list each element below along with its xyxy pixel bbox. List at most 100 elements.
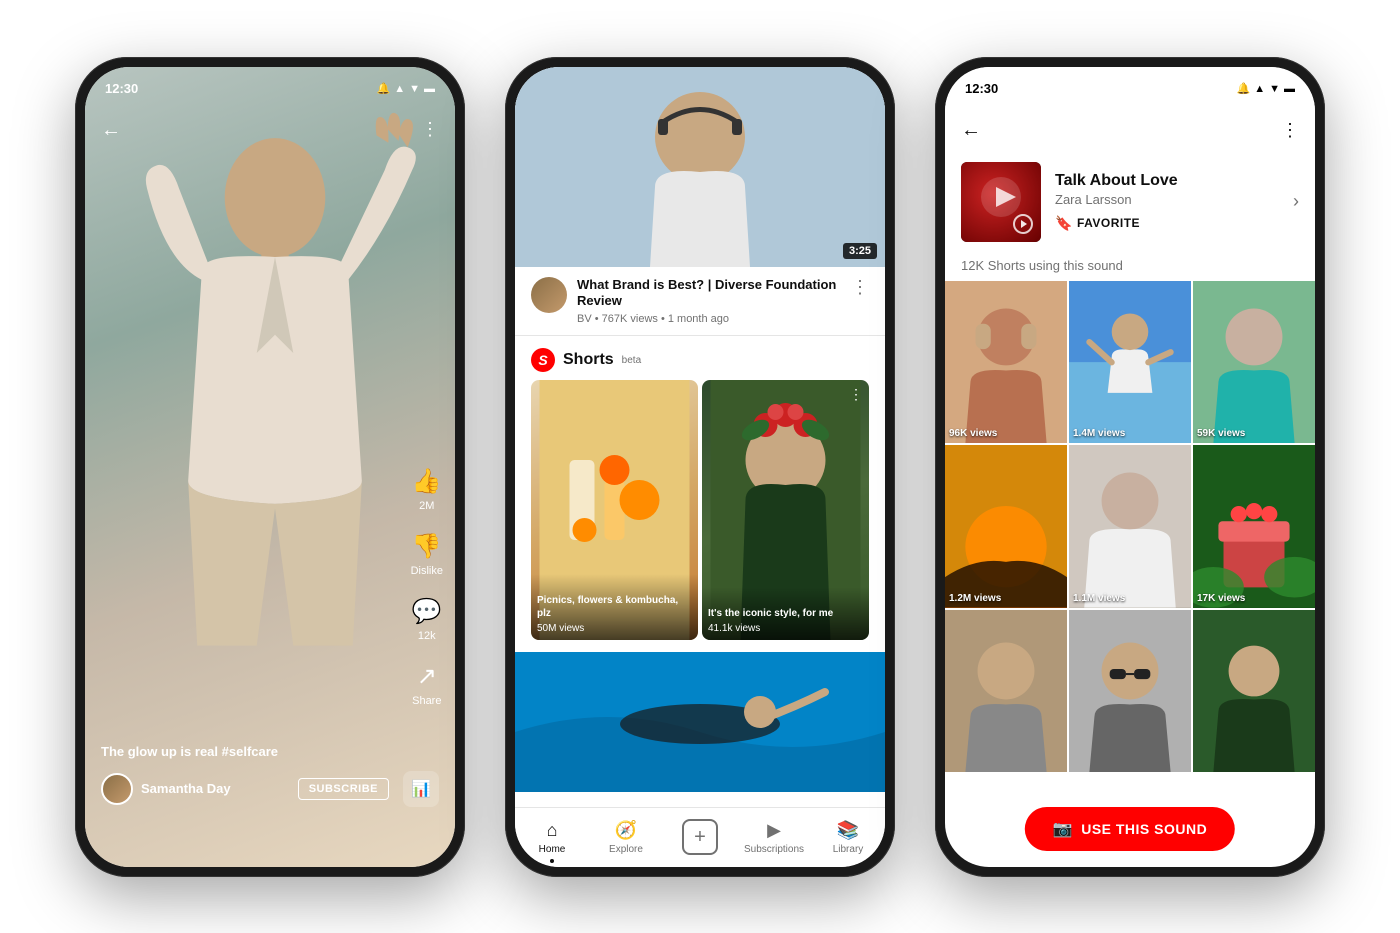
- shorts-beta-badge: beta: [622, 355, 641, 366]
- dislike-action[interactable]: 👎 Dislike: [411, 532, 443, 577]
- battery-icon: ▬: [424, 83, 435, 95]
- user-avatar: [101, 773, 133, 805]
- time-display: 12:30: [105, 81, 138, 96]
- shorts-section-icon: S: [531, 348, 555, 372]
- video-more-button-1[interactable]: ⋮: [847, 277, 869, 326]
- signal-icon-3: ▲: [1254, 83, 1265, 95]
- nav-subscriptions[interactable]: ▶ Subscriptions: [737, 820, 811, 855]
- grid-views-6: 17K views: [1197, 593, 1245, 604]
- track-artist: Zara Larsson: [1055, 192, 1279, 207]
- comment-action[interactable]: 💬 12k: [412, 597, 442, 642]
- explore-label: Explore: [609, 844, 643, 855]
- like-count: 2M: [419, 500, 434, 512]
- caption-text: The glow up is real #selfcare: [101, 744, 439, 759]
- favorite-label: FAVORITE: [1077, 216, 1140, 230]
- comment-count: 12k: [418, 630, 436, 642]
- grid-item-9[interactable]: [1193, 610, 1315, 773]
- video-duration: 3:25: [843, 243, 877, 259]
- gi-6-visual: [1193, 445, 1315, 608]
- favorite-button[interactable]: 🔖 FAVORITE: [1055, 215, 1279, 232]
- gi-5-visual: [1069, 445, 1191, 608]
- home-active-indicator: [550, 859, 554, 863]
- status-bar-3: 12:30 🔔 ▲ ▼ ▬: [945, 67, 1315, 111]
- grid-item-1[interactable]: 96K views: [945, 281, 1067, 444]
- subscribe-button[interactable]: SUBSCRIBE: [298, 778, 389, 800]
- gi-7-visual: [945, 610, 1067, 773]
- short-1-views: 50M views: [537, 623, 692, 634]
- phone3-content: 12:30 🔔 ▲ ▼ ▬ ← ⋮: [945, 67, 1315, 867]
- comment-icon: 💬: [412, 597, 442, 626]
- track-info-panel: Talk About Love Zara Larsson 🔖 FAVORITE …: [945, 150, 1315, 254]
- explore-icon: 🧭: [615, 820, 637, 841]
- camera-icon: 📷: [1053, 819, 1073, 839]
- username: Samantha Day: [141, 781, 290, 796]
- gi-3-visual: [1193, 281, 1315, 444]
- nav-add[interactable]: +: [663, 819, 737, 855]
- grid-views-2: 1.4M views: [1073, 428, 1125, 439]
- video-meta-text-1: BV • 767K views • 1 month ago: [577, 313, 837, 325]
- subscriptions-icon: ▶: [767, 820, 781, 841]
- gi-8-visual: [1069, 610, 1191, 773]
- track-play-button[interactable]: [1013, 214, 1033, 234]
- home-label: Home: [539, 844, 566, 855]
- shorts-section: S Shorts beta: [515, 336, 885, 648]
- track-title: Talk About Love: [1055, 172, 1279, 190]
- back-button-3[interactable]: ←: [961, 119, 981, 142]
- grid-views-3: 59K views: [1197, 428, 1245, 439]
- like-icon: 👍: [412, 467, 442, 496]
- play-triangle-icon: [1021, 220, 1027, 228]
- thumb-person-svg: [515, 67, 885, 267]
- share-icon: ↗: [417, 662, 437, 691]
- nav-explore[interactable]: 🧭 Explore: [589, 820, 663, 855]
- signal-icon: ▲: [394, 83, 405, 95]
- short-2-more[interactable]: ⋮: [849, 386, 863, 403]
- shorts-bottom-info: The glow up is real #selfcare Samantha D…: [85, 744, 455, 807]
- shorts-grid: Picnics, flowers & kombucha, plz 50M vie…: [515, 380, 885, 640]
- shorts-video-grid: 96K views 1.4M views: [945, 281, 1315, 773]
- more-options-button[interactable]: ⋮: [421, 119, 439, 142]
- grid-item-7[interactable]: [945, 610, 1067, 773]
- bottom-navigation: ⌂ Home 🧭 Explore + ▶ Subscriptions 📚 Lib…: [515, 807, 885, 867]
- nav-home[interactable]: ⌂ Home: [515, 820, 589, 855]
- short-2-caption: It's the iconic style, for me: [708, 607, 863, 620]
- grid-item-5[interactable]: 1.1M views: [1069, 445, 1191, 608]
- short-item-1[interactable]: Picnics, flowers & kombucha, plz 50M vie…: [531, 380, 698, 640]
- add-icon[interactable]: +: [682, 819, 718, 855]
- use-sound-label: USE THIS SOUND: [1081, 821, 1207, 837]
- video-meta-1: What Brand is Best? | Diverse Foundation…: [515, 267, 885, 336]
- grid-item-6[interactable]: 17K views: [1193, 445, 1315, 608]
- gi-4-visual: [945, 445, 1067, 608]
- video-thumbnail-1[interactable]: 3:25: [515, 67, 885, 267]
- like-action[interactable]: 👍 2M: [412, 467, 442, 512]
- grid-item-2[interactable]: 1.4M views: [1069, 281, 1191, 444]
- home-icon: ⌂: [547, 820, 558, 841]
- gi-2-visual: [1069, 281, 1191, 444]
- library-icon: 📚: [837, 820, 859, 841]
- more-options-3[interactable]: ⋮: [1281, 120, 1299, 141]
- grid-item-8[interactable]: [1069, 610, 1191, 773]
- phone2-scroll-area: 3:25 What Brand is Best? | Diverse Found…: [515, 67, 885, 807]
- phone-1: 12:30 🔔 ▲ ▼ ▬ ← ⋮ 👍 2M 👎 Dislike: [75, 57, 465, 877]
- nav-library[interactable]: 📚 Library: [811, 820, 885, 855]
- grid-item-4[interactable]: 1.2M views: [945, 445, 1067, 608]
- short-2-info: It's the iconic style, for me 41.1k view…: [702, 587, 869, 640]
- short-item-2[interactable]: ⋮ It's the iconic style, for me 41.1k vi…: [702, 380, 869, 640]
- dislike-label: Dislike: [411, 565, 443, 577]
- grid-item-3[interactable]: 59K views: [1193, 281, 1315, 444]
- music-button[interactable]: 📊: [403, 771, 439, 807]
- video-title-1[interactable]: What Brand is Best? | Diverse Foundation…: [577, 277, 837, 311]
- wifi-icon-3: ▼: [1269, 83, 1280, 95]
- grid-views-1: 96K views: [949, 428, 997, 439]
- user-row: Samantha Day SUBSCRIBE 📊: [101, 771, 439, 807]
- use-this-sound-button[interactable]: 📷 USE THIS SOUND: [1025, 807, 1235, 851]
- share-action[interactable]: ↗ Share: [412, 662, 441, 707]
- back-button[interactable]: ←: [101, 119, 121, 142]
- phone-2: 12:30 🔔 ▲ ▼ ▬ YouTube 🔔 🔍: [505, 57, 895, 877]
- channel-avatar-1: [531, 277, 567, 313]
- swim-visual: [515, 652, 885, 792]
- library-label: Library: [833, 844, 864, 855]
- chevron-right-icon[interactable]: ›: [1293, 191, 1299, 212]
- track-thumbnail: [961, 162, 1041, 242]
- person-figure: [115, 97, 435, 737]
- swim-thumbnail[interactable]: [515, 652, 885, 792]
